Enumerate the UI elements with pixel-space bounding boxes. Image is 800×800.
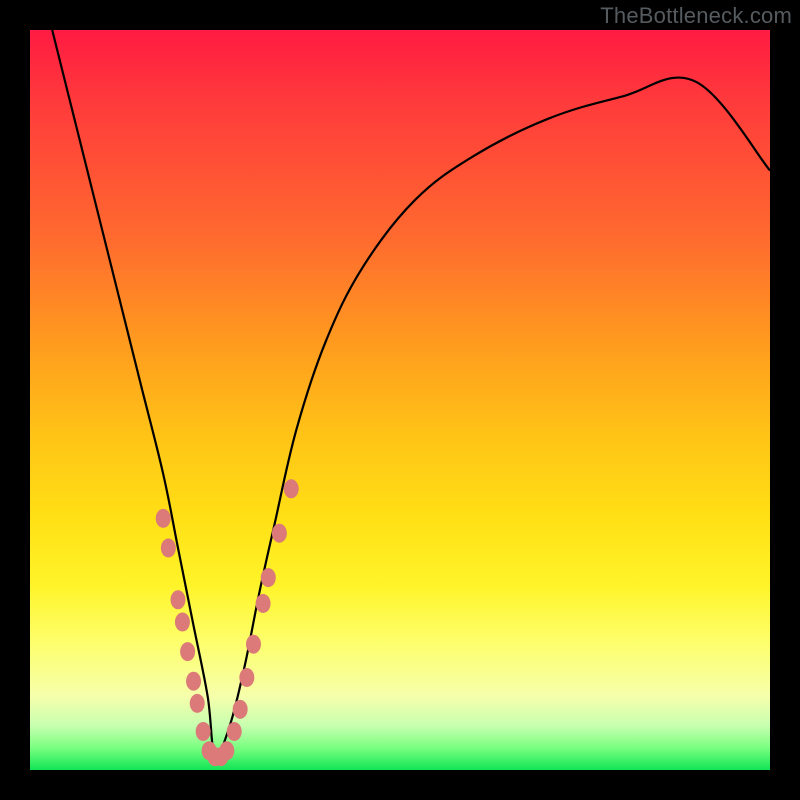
curve-marker	[246, 635, 261, 654]
curve-marker	[171, 590, 186, 609]
curve-marker	[161, 539, 176, 558]
curve-marker	[186, 672, 201, 691]
curve-marker	[261, 568, 276, 587]
curve-marker	[239, 668, 254, 687]
curve-marker	[284, 479, 299, 498]
curve-marker	[190, 694, 205, 713]
curve-marker	[219, 741, 234, 760]
watermark-text: TheBottleneck.com	[600, 3, 792, 29]
bottleneck-curve-svg	[30, 30, 770, 770]
plot-area	[30, 30, 770, 770]
chart-frame: TheBottleneck.com	[0, 0, 800, 800]
curve-marker	[175, 613, 190, 632]
curve-markers-group	[156, 479, 299, 766]
curve-marker	[156, 509, 171, 528]
curve-marker	[256, 594, 271, 613]
curve-marker	[196, 722, 211, 741]
curve-marker	[233, 700, 248, 719]
curve-marker	[180, 642, 195, 661]
bottleneck-curve-path	[52, 30, 770, 756]
curve-marker	[227, 722, 242, 741]
curve-marker	[272, 524, 287, 543]
